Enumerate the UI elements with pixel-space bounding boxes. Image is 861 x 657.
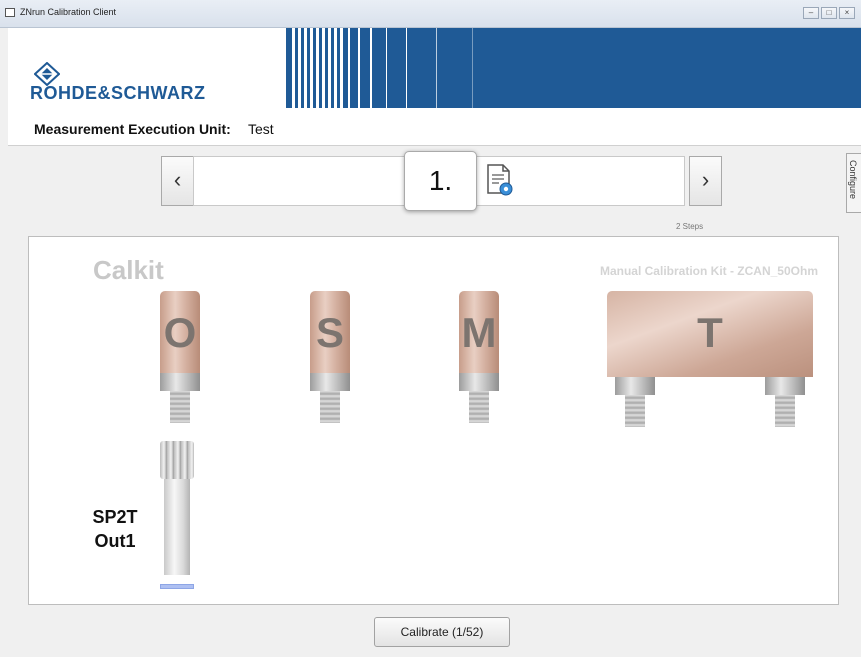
current-step-indicator[interactable]: 1. [404,151,477,211]
execution-unit-value: Test [248,121,274,137]
next-step-button[interactable]: › [689,156,722,206]
steps-count: 2 Steps [676,222,704,231]
standard-band [615,377,655,395]
cable-connector-nut [160,441,194,479]
standard-letter: O [163,309,197,356]
banner-stripes [288,28,588,108]
standard-thread [469,391,489,423]
port-label: SP2T Out1 [73,505,157,553]
configure-tab[interactable]: Configure [846,153,861,213]
calkit-kit-name: Manual Calibration Kit - ZCAN_50Ohm [599,264,818,278]
brand-banner: ROHDE&SCHWARZ [8,28,861,108]
window-controls: – □ × [803,7,855,19]
logo-area: ROHDE&SCHWARZ [8,28,286,108]
execution-unit-bar: Measurement Execution Unit: Test [8,108,861,146]
standard-letter: T [697,309,723,356]
calkit-title: Calkit [93,255,164,285]
standard-thread [170,391,190,423]
standard-band [459,373,499,391]
cable-body [164,479,190,575]
window-titlebar: ZNrun Calibration Client – □ × [0,0,861,28]
standard-through[interactable]: T [607,291,813,431]
standard-thread [775,395,795,427]
calibrate-button[interactable]: Calibrate (1/52) [374,617,510,647]
configure-tab-label: Configure [848,160,858,200]
standard-band [310,373,350,391]
standard-match[interactable]: M [459,291,499,423]
cable-end-marker [160,584,194,589]
standard-letter: S [315,309,344,356]
standard-open[interactable]: O [160,291,200,423]
standard-band [765,377,805,395]
app-window-icon [5,8,15,17]
minimize-button[interactable]: – [803,7,819,19]
standard-thread [625,395,645,427]
previous-step-button[interactable]: ‹ [161,156,194,206]
brand-logo-text: ROHDE&SCHWARZ [30,83,206,103]
calkit-panel: Calkit Manual Calibration Kit - ZCAN_50O… [28,236,839,605]
standard-letter: M [461,309,497,356]
standard-band [160,373,200,391]
port-cable [160,441,194,581]
execution-unit-label: Measurement Execution Unit: [34,121,231,137]
document-gear-icon[interactable] [484,163,516,199]
port-label-line2: Out1 [94,531,136,551]
port-label-line1: SP2T [92,507,138,527]
window-title: ZNrun Calibration Client [20,7,117,17]
standard-thread [320,391,340,423]
close-button[interactable]: × [839,7,855,19]
standard-short[interactable]: S [310,291,350,423]
maximize-button[interactable]: □ [821,7,837,19]
